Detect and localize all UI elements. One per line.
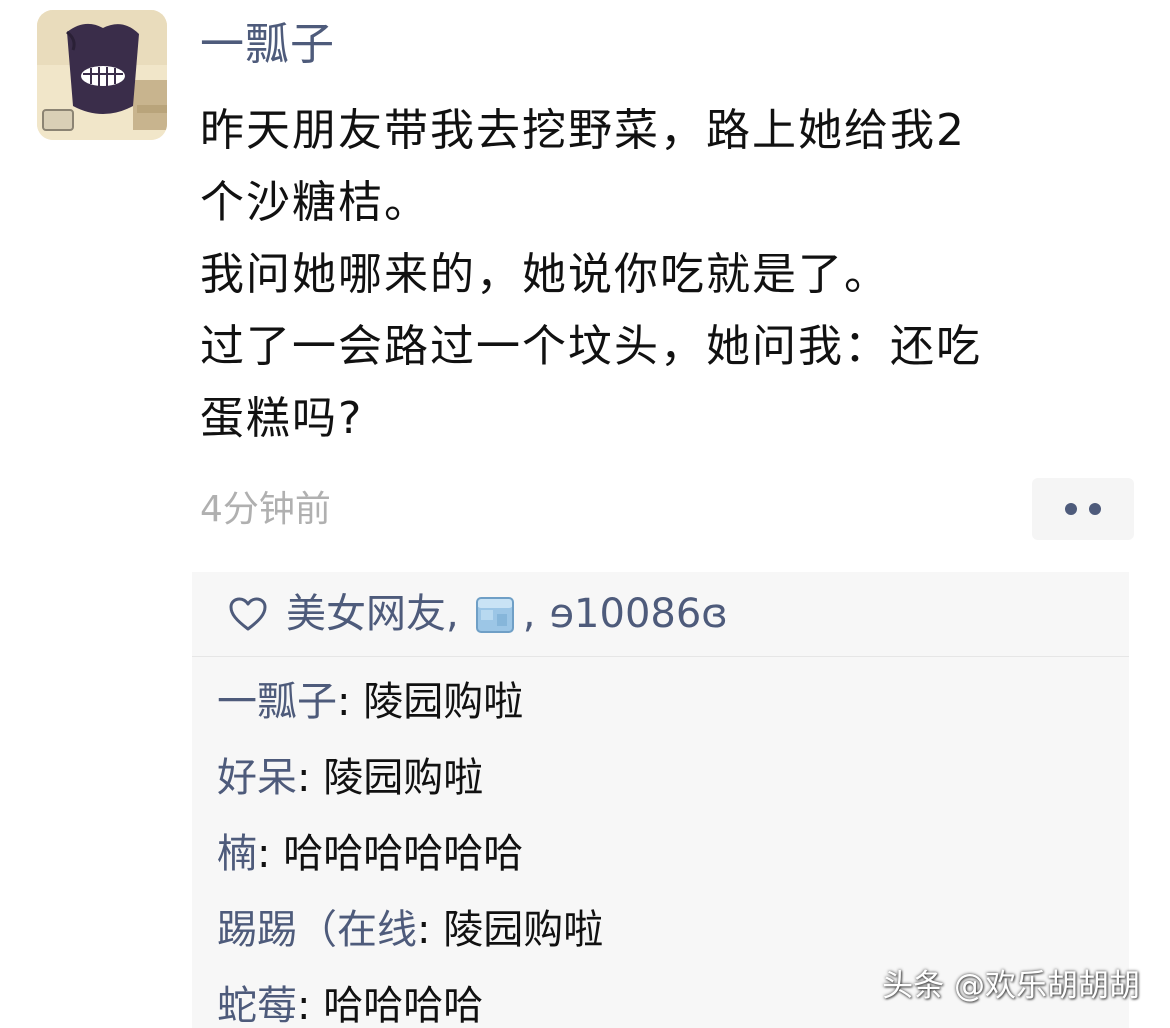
comment-text: 哈哈哈哈 (323, 983, 484, 1028)
post-time: 4分钟前 (200, 489, 331, 530)
comment-item[interactable]: 好呆: 陵园购啦 (217, 740, 1117, 816)
liker-name[interactable]: 美女网友 (286, 589, 446, 639)
interaction-panel: 美女网友 , , ɘ10086ɞ 一瓢子: 陵园购啦 好呆: 陵园购啦 楠: 哈… (192, 572, 1129, 1028)
post-author[interactable]: 一瓢子 (200, 16, 335, 74)
comment-text: 陵园购啦 (443, 907, 604, 953)
comment-colon: : (337, 679, 364, 725)
post-text-line: 我问她哪来的，她说你吃就是了。 (200, 249, 890, 300)
post-text-line: 个沙糖桔。 (200, 177, 430, 228)
ellipsis-icon-dot (1089, 503, 1101, 515)
comment-author[interactable]: 踢踢（在线 (217, 907, 417, 953)
comment-colon: : (297, 755, 324, 801)
comment-item[interactable]: 一瓢子: 陵园购啦 (217, 664, 1117, 740)
post-text-line: 蛋糕吗? (200, 393, 364, 444)
comment-author[interactable]: 一瓢子 (217, 679, 337, 725)
comment-colon: : (257, 831, 284, 877)
liker-name[interactable]: ɘ10086ɞ (549, 589, 727, 639)
ellipsis-icon (1065, 503, 1077, 515)
comment-author[interactable]: 蛇莓 (217, 983, 297, 1028)
post-text-line: 昨天朋友带我去挖野菜，路上她给我2 (200, 105, 966, 156)
moments-post: 一瓢子 昨天朋友带我去挖野菜，路上她给我2 个沙糖桔。 我问她哪来的，她说你吃就… (0, 0, 1170, 1028)
ice-cube-icon[interactable] (473, 592, 517, 636)
comment-item[interactable]: 踢踢（在线: 陵园购啦 (217, 892, 1117, 968)
comment-colon: : (417, 907, 444, 953)
comment-text: 哈哈哈哈哈哈 (283, 831, 524, 877)
comment-item[interactable]: 楠: 哈哈哈哈哈哈 (217, 816, 1117, 892)
liker-separator: , (446, 591, 459, 637)
heart-icon (226, 592, 270, 636)
comment-author[interactable]: 楠 (217, 831, 257, 877)
post-text-line: 过了一会路过一个坟头，她问我：还吃 (200, 321, 982, 372)
liker-separator: , (522, 591, 536, 637)
avatar[interactable] (37, 10, 167, 140)
comment-author[interactable]: 好呆 (217, 755, 297, 801)
comment-text: 陵园购啦 (363, 679, 524, 725)
avatar-image (37, 10, 167, 140)
more-actions-button[interactable] (1032, 478, 1134, 540)
watermark: 头条 @欢乐胡胡胡 (882, 968, 1140, 1004)
comment-colon: : (297, 983, 324, 1028)
comment-text: 陵园购啦 (323, 755, 484, 801)
post-text: 昨天朋友带我去挖野菜，路上她给我2 个沙糖桔。 我问她哪来的，她说你吃就是了。 … (200, 95, 1140, 455)
likes-row: 美女网友 , , ɘ10086ɞ (192, 572, 1129, 657)
likers-list: 美女网友 , , ɘ10086ɞ (286, 589, 728, 639)
